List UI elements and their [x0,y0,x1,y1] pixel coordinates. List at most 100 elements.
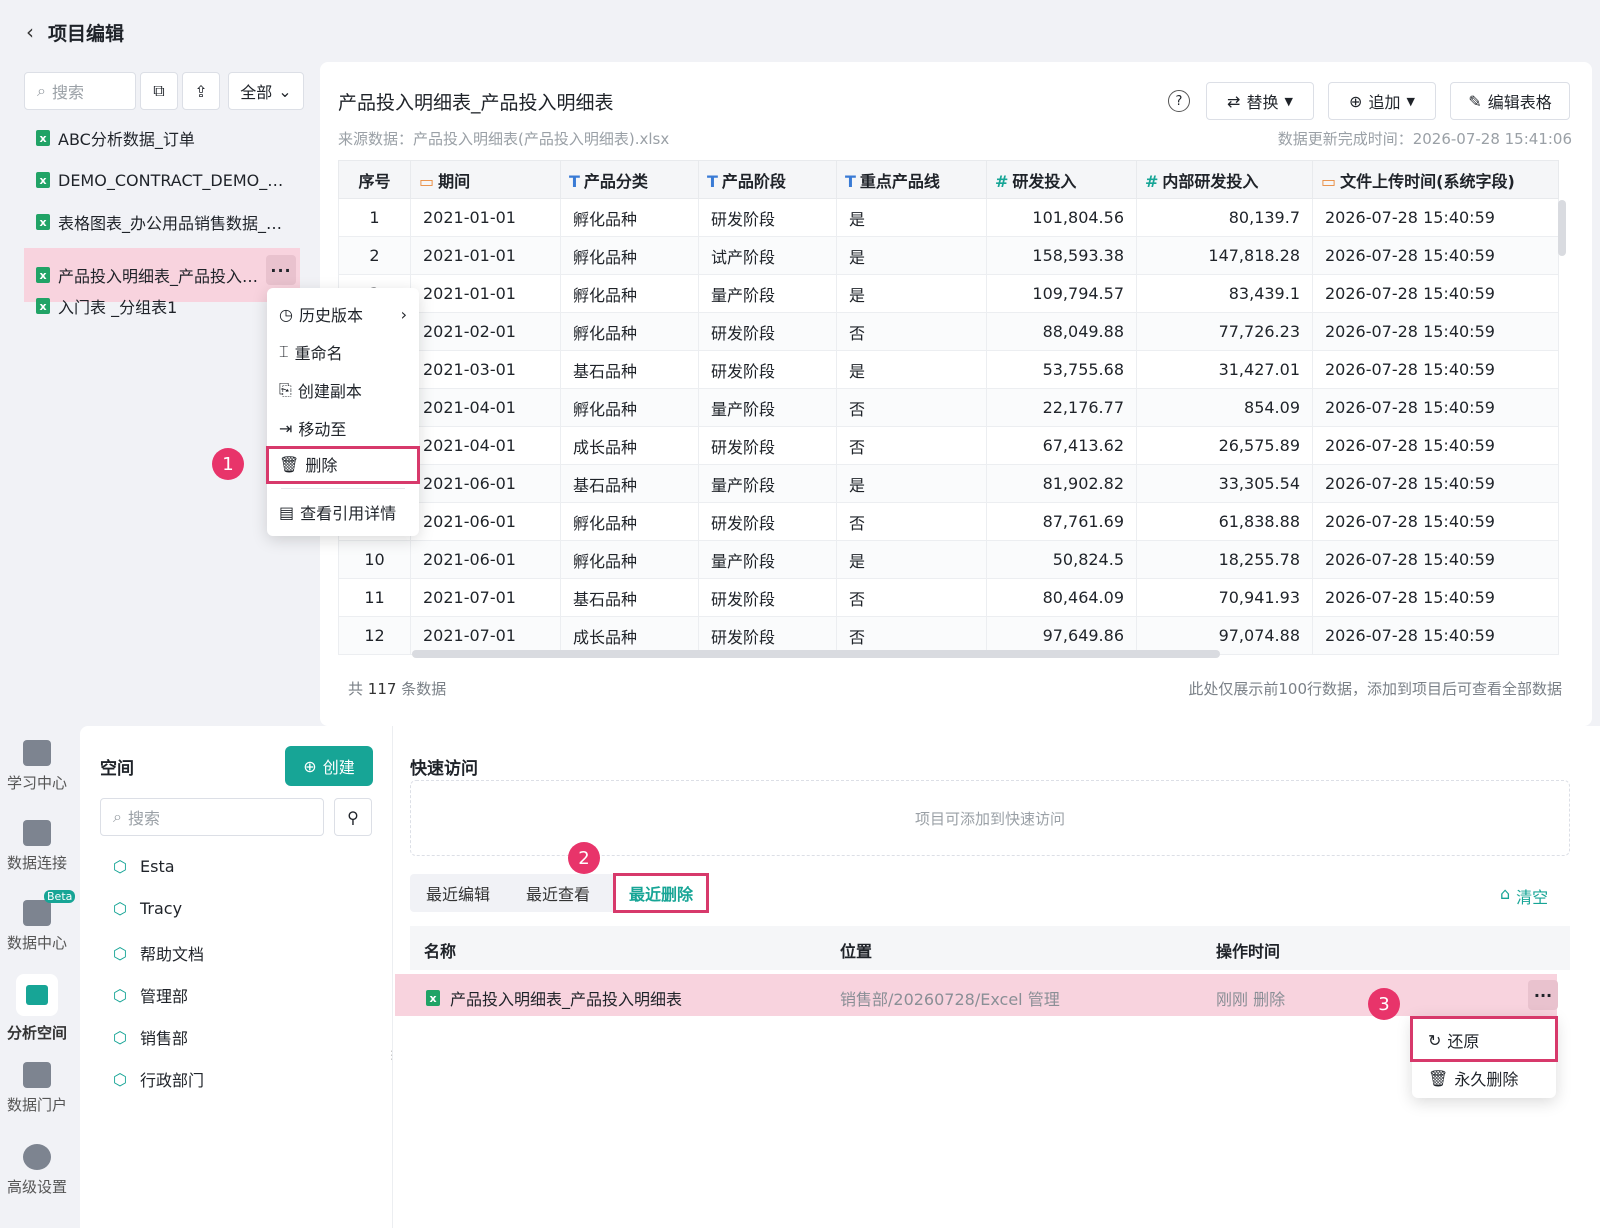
table-cell[interactable]: 2026-07-28 15:40:59 [1312,236,1559,275]
table-cell[interactable]: 研发阶段 [698,578,837,617]
table-cell[interactable]: 量产阶段 [698,464,837,503]
space-search-input[interactable]: ⌕ 搜索 [100,798,324,836]
table-cell[interactable]: 11 [338,578,411,617]
nav-data-portal[interactable]: 数据门户 [0,1062,74,1115]
space-item[interactable]: ⬡ 帮助文档 [112,941,204,965]
create-button[interactable]: ⊕ 创建 [285,746,373,786]
filter-dropdown[interactable]: 全部 ⌄ [228,72,304,110]
table-cell[interactable]: 孵化品种 [560,540,699,579]
vertical-scrollbar[interactable] [1558,200,1566,256]
table-cell[interactable]: 2026-07-28 15:40:59 [1312,198,1559,237]
table-cell[interactable]: 2026-07-28 15:40:59 [1312,350,1559,389]
table-cell[interactable]: 10 [338,540,411,579]
table-cell[interactable]: 孵化品种 [560,312,699,351]
table-cell[interactable]: 83,439.1 [1136,274,1313,313]
menu-item-move[interactable]: ⇥ 移动至 [279,416,346,440]
table-cell[interactable]: 2 [338,236,411,275]
table-cell[interactable]: 2026-07-28 15:40:59 [1312,312,1559,351]
table-cell[interactable]: 109,794.57 [986,274,1137,313]
table-cell[interactable]: 2021-06-01 [410,540,561,579]
table-cell[interactable]: 2026-07-28 15:40:59 [1312,502,1559,541]
table-cell[interactable]: 18,255.78 [1136,540,1313,579]
col-header[interactable]: ▭ 期间 [410,160,561,199]
filter-button[interactable]: ⚲ [334,798,372,836]
table-cell[interactable]: 是 [836,274,987,313]
table-cell[interactable]: 2021-07-01 [410,616,561,655]
table-cell[interactable]: 88,049.88 [986,312,1137,351]
replace-button[interactable]: ⇄ 替换 ▼ [1206,82,1314,120]
table-cell[interactable]: 孵化品种 [560,198,699,237]
tab-recent-view[interactable]: 最近查看 [526,874,590,912]
table-cell[interactable]: 2021-02-01 [410,312,561,351]
table-cell[interactable]: 研发阶段 [698,312,837,351]
menu-item-permanent-delete[interactable]: 🗑 永久删除 [1428,1066,1518,1090]
table-cell[interactable]: 77,726.23 [1136,312,1313,351]
table-cell[interactable]: 2021-01-01 [410,274,561,313]
nav-learning-center[interactable]: 学习中心 [0,740,74,793]
table-cell[interactable]: 是 [836,236,987,275]
table-cell[interactable]: 成长品种 [560,426,699,465]
space-item[interactable]: ⬡ Esta [112,857,175,876]
file-item[interactable]: x DEMO_CONTRACT_DEMO_… [24,159,300,201]
table-cell[interactable]: 量产阶段 [698,274,837,313]
nav-data-connection[interactable]: 数据连接 [0,820,74,873]
table-cell[interactable]: 854.09 [1136,388,1313,427]
col-header[interactable]: 序号 [338,160,411,199]
file-item[interactable]: x 表格图表_办公用品销售数据_… [24,201,300,243]
tab-recent-edit[interactable]: 最近编辑 [426,874,490,912]
table-cell[interactable]: 否 [836,426,987,465]
table-cell[interactable]: 12 [338,616,411,655]
open-external-button[interactable]: ⧉ [140,72,178,110]
space-item[interactable]: ⬡ Tracy [112,899,182,918]
table-cell[interactable]: 否 [836,388,987,427]
table-cell[interactable]: 是 [836,198,987,237]
row-more-button[interactable]: ··· [1528,980,1558,1010]
table-cell[interactable]: 2026-07-28 15:40:59 [1312,274,1559,313]
table-cell[interactable]: 2026-07-28 15:40:59 [1312,616,1559,655]
table-cell[interactable]: 2021-04-01 [410,426,561,465]
file-item[interactable]: x ABC分析数据_订单 [24,117,300,159]
table-cell[interactable]: 2021-03-01 [410,350,561,389]
table-cell[interactable]: 2026-07-28 15:40:59 [1312,388,1559,427]
table-cell[interactable]: 研发阶段 [698,616,837,655]
table-cell[interactable]: 研发阶段 [698,198,837,237]
table-cell[interactable]: 80,139.7 [1136,198,1313,237]
col-header[interactable]: ▭ 文件上传时间(系统字段) [1312,160,1559,199]
table-cell[interactable]: 158,593.38 [986,236,1137,275]
table-cell[interactable]: 基石品种 [560,578,699,617]
table-cell[interactable]: 否 [836,502,987,541]
menu-item-duplicate[interactable]: ⎘ 创建副本 [279,378,362,402]
table-cell[interactable]: 2021-06-01 [410,464,561,503]
edit-table-button[interactable]: ✎ 编辑表格 [1450,82,1570,120]
table-cell[interactable]: 33,305.54 [1136,464,1313,503]
back-arrow-icon[interactable]: ‹ [20,20,40,44]
table-cell[interactable]: 研发阶段 [698,502,837,541]
upload-button[interactable]: ⇪ [182,72,220,110]
table-cell[interactable]: 孵化品种 [560,236,699,275]
table-cell[interactable]: 孵化品种 [560,274,699,313]
table-cell[interactable]: 2021-01-01 [410,236,561,275]
menu-item-references[interactable]: ▤ 查看引用详情 [279,500,396,524]
more-options-button[interactable]: ··· [266,255,296,285]
table-cell[interactable]: 2026-07-28 15:40:59 [1312,464,1559,503]
table-cell[interactable]: 研发阶段 [698,350,837,389]
table-cell[interactable]: 量产阶段 [698,540,837,579]
table-cell[interactable]: 否 [836,578,987,617]
table-cell[interactable]: 成长品种 [560,616,699,655]
horizontal-scrollbar[interactable] [412,650,1220,658]
table-cell[interactable]: 50,824.5 [986,540,1137,579]
table-cell[interactable]: 2021-07-01 [410,578,561,617]
table-cell[interactable]: 1 [338,198,411,237]
nav-data-center[interactable]: 数据中心 [0,900,74,953]
table-cell[interactable]: 试产阶段 [698,236,837,275]
clear-button[interactable]: ⌂ 清空 [1500,884,1548,908]
table-cell[interactable]: 80,464.09 [986,578,1137,617]
space-item[interactable]: ⬡ 管理部 [112,983,188,1007]
table-cell[interactable]: 孵化品种 [560,388,699,427]
space-item[interactable]: ⬡ 销售部 [112,1025,188,1049]
table-cell[interactable]: 孵化品种 [560,502,699,541]
table-cell[interactable]: 2026-07-28 15:40:59 [1312,540,1559,579]
table-cell[interactable]: 是 [836,540,987,579]
col-header[interactable]: T 重点产品线 [836,160,987,199]
menu-item-history[interactable]: ◷ 历史版本 › [279,302,407,326]
